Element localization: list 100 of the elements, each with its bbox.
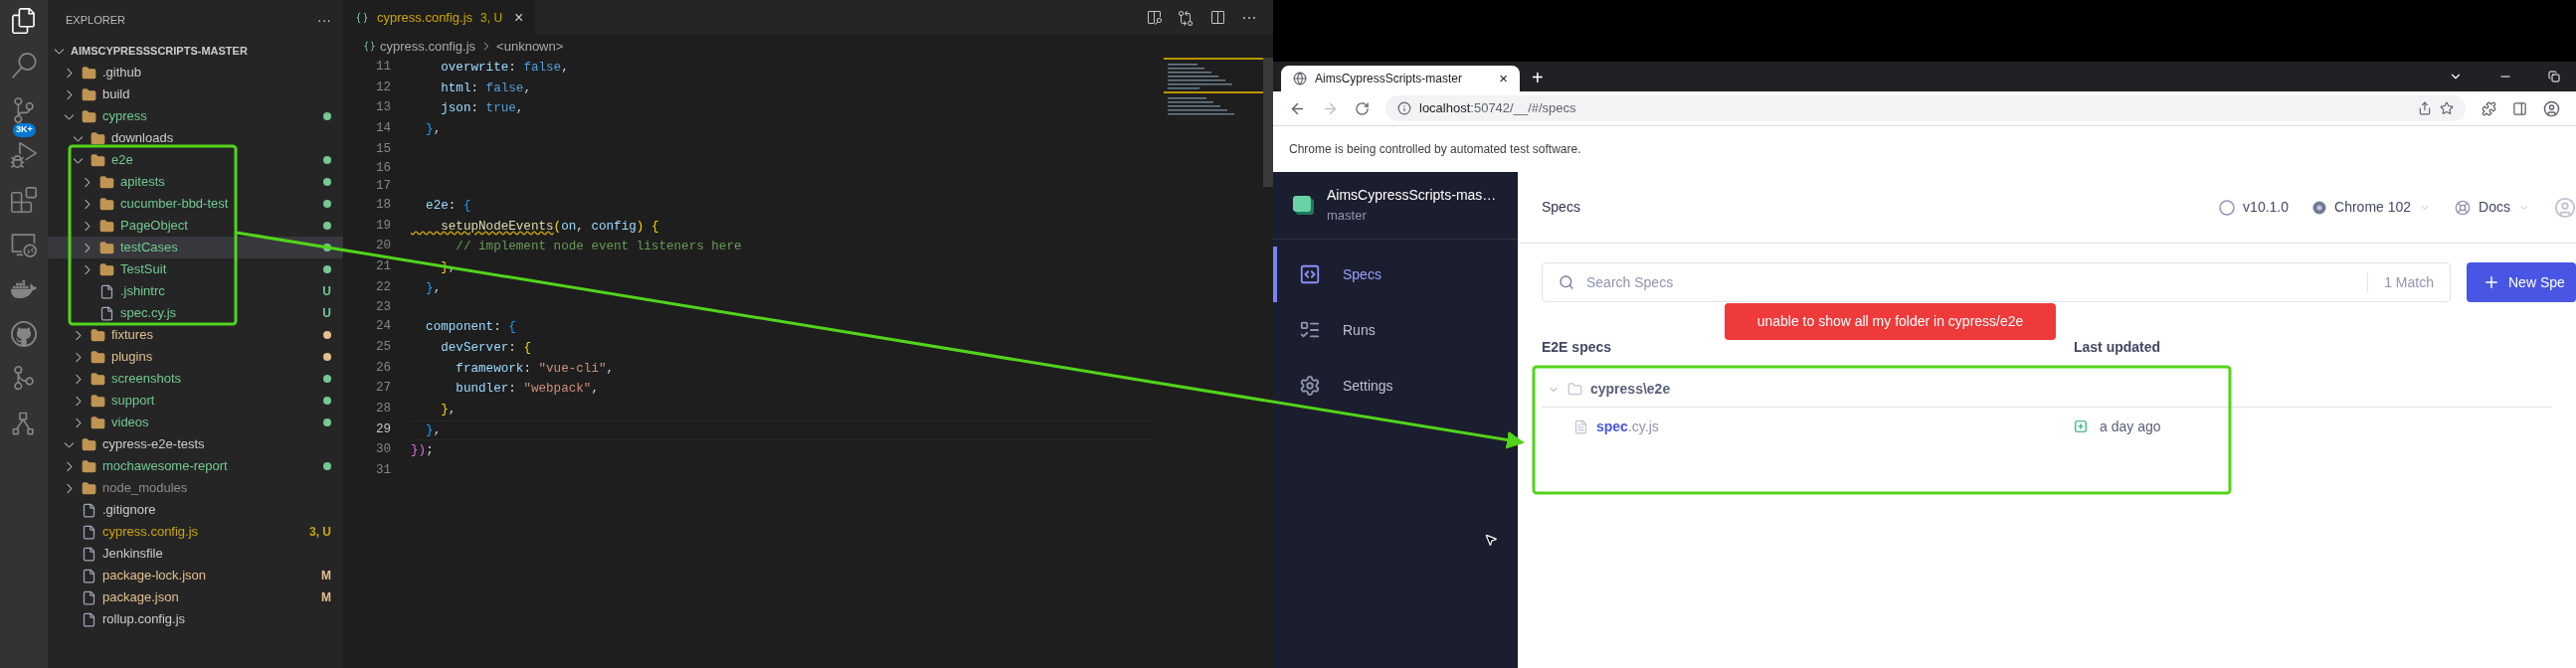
tree-root[interactable]: AIMSCYPRESSSCRIPTS-MASTER bbox=[48, 40, 343, 62]
tree-item-label: spec.cy.js bbox=[120, 304, 177, 323]
reload-icon[interactable] bbox=[1355, 100, 1370, 116]
tree-item[interactable]: apitests bbox=[48, 171, 343, 193]
match-count: 1 Match bbox=[2383, 272, 2435, 292]
site-info-icon[interactable] bbox=[1397, 101, 1411, 115]
close-tab-button[interactable]: × bbox=[1499, 67, 1508, 90]
tree-item[interactable]: .gitignore bbox=[48, 499, 343, 521]
folder-icon bbox=[99, 240, 114, 255]
file-icon bbox=[82, 568, 96, 584]
tree-item[interactable]: cypress-e2e-tests bbox=[48, 433, 343, 455]
compare-icon[interactable] bbox=[1178, 9, 1194, 26]
nav-item[interactable]: Runs bbox=[1273, 302, 1518, 358]
tree-item[interactable]: screenshots bbox=[48, 368, 343, 390]
cat-silhouette-icon[interactable] bbox=[11, 321, 37, 347]
breadcrumb-item[interactable]: <unknown> bbox=[496, 36, 564, 57]
browser-tab[interactable]: AimsCypressScripts-master × bbox=[1281, 66, 1520, 91]
folder-icon bbox=[91, 327, 105, 343]
tree-item[interactable]: testCases bbox=[48, 237, 343, 258]
extensions-icon[interactable] bbox=[11, 187, 37, 213]
close-tab-button[interactable]: × bbox=[514, 5, 524, 30]
restore-icon[interactable] bbox=[2548, 71, 2560, 83]
nav-item[interactable]: Settings bbox=[1273, 358, 1518, 414]
extensions-icon[interactable] bbox=[2482, 100, 2496, 116]
tree-item[interactable]: package.json M bbox=[48, 586, 343, 608]
tree-item-label: mochawesome-report bbox=[102, 457, 228, 476]
git-status-label: U bbox=[322, 283, 331, 300]
search-icon bbox=[1559, 274, 1574, 290]
tree-item-label: plugins bbox=[111, 348, 153, 367]
tree-item[interactable]: TestSuit bbox=[48, 258, 343, 280]
avatar-icon[interactable] bbox=[2543, 99, 2560, 117]
folder-icon bbox=[91, 152, 105, 168]
git-status-label: M bbox=[321, 589, 331, 606]
side-panel-icon[interactable] bbox=[2512, 100, 2527, 116]
tree-item[interactable]: build bbox=[48, 84, 343, 105]
new-tab-button[interactable]: + bbox=[1532, 68, 1544, 87]
code-line: }, bbox=[425, 121, 443, 139]
folder-icon bbox=[99, 174, 114, 190]
tree-item-label: rollup.config.js bbox=[102, 610, 186, 629]
tree-item[interactable]: Jenkinsfile bbox=[48, 543, 343, 565]
spec-row[interactable]: spec.cy.js bbox=[1542, 416, 2074, 437]
browser-selector[interactable]: Chrome 102 bbox=[2312, 197, 2432, 218]
scrollbar[interactable] bbox=[1263, 58, 1273, 187]
bookmark-star-icon[interactable] bbox=[2440, 101, 2454, 115]
code-line: json: true, bbox=[440, 100, 525, 118]
docs-menu[interactable]: Docs bbox=[2455, 197, 2530, 218]
folder-icon bbox=[91, 393, 105, 409]
tree-item[interactable]: spec.cy.js U bbox=[48, 302, 343, 324]
tree-item[interactable]: cypress.config.js 3, U bbox=[48, 521, 343, 543]
tree-item[interactable]: node_modules bbox=[48, 477, 343, 499]
branch-icon[interactable] bbox=[11, 366, 37, 392]
tree-item[interactable]: .jshintrc U bbox=[48, 280, 343, 302]
folder-icon bbox=[91, 371, 105, 387]
git-added-icon bbox=[2074, 419, 2088, 433]
share-icon[interactable] bbox=[2418, 101, 2432, 115]
tree-item[interactable]: support bbox=[48, 390, 343, 412]
tree-item[interactable]: PageObject bbox=[48, 215, 343, 237]
globe-icon bbox=[1293, 72, 1307, 85]
tree-item-label: cucumber-bbd-test bbox=[120, 195, 229, 214]
new-spec-button[interactable]: New Spe bbox=[2467, 262, 2576, 302]
tree-item-label: .github bbox=[102, 64, 142, 83]
spec-name[interactable]: spec.cy.js bbox=[1596, 416, 1659, 437]
tree-item[interactable]: rollup.config.js bbox=[48, 608, 343, 630]
search-icon[interactable] bbox=[11, 53, 37, 79]
search-input[interactable]: Search Specs bbox=[1586, 271, 2368, 293]
tree-item[interactable]: fixtures bbox=[48, 324, 343, 346]
line-number: 11 bbox=[374, 59, 391, 76]
file-icon bbox=[99, 283, 114, 299]
mouse-cursor-icon bbox=[1484, 533, 1498, 547]
line-number: 21 bbox=[374, 258, 391, 276]
tree-item[interactable]: package-lock.json M bbox=[48, 565, 343, 586]
line-number: 24 bbox=[374, 318, 391, 336]
folder-icon bbox=[91, 349, 105, 365]
address-bar[interactable]: localhost:50742/__/#/specs bbox=[1385, 95, 2466, 121]
tree-item-label: cypress bbox=[102, 107, 147, 126]
tree-item[interactable]: cypress bbox=[48, 105, 343, 127]
tree-item[interactable]: .github bbox=[48, 62, 343, 84]
breadcrumb-item[interactable]: cypress.config.js bbox=[380, 36, 476, 57]
run-debug-icon[interactable] bbox=[11, 142, 37, 168]
tree-item[interactable]: e2e bbox=[48, 149, 343, 171]
editor-tab[interactable]: cypress.config.js 3, U × bbox=[343, 0, 536, 35]
folder-icon bbox=[91, 130, 105, 146]
updated-time: a day ago bbox=[2100, 417, 2161, 436]
split-editor-icon[interactable] bbox=[1209, 9, 1225, 26]
folder-row[interactable]: cypress\e2e bbox=[1542, 372, 2552, 408]
line-number: 18 bbox=[374, 196, 391, 214]
more-actions-button[interactable]: ··· bbox=[317, 9, 331, 31]
tree-item[interactable]: plugins bbox=[48, 346, 343, 368]
network-icon[interactable] bbox=[11, 411, 37, 436]
code-line: bundler: "webpack", bbox=[455, 381, 600, 399]
code-line: }, bbox=[425, 279, 443, 297]
tree-item[interactable]: downloads bbox=[48, 127, 343, 149]
source-control-icon[interactable] bbox=[11, 97, 37, 123]
remote-icon[interactable] bbox=[11, 232, 37, 257]
tree-item[interactable]: cucumber-bbd-test bbox=[48, 193, 343, 215]
tree-item[interactable]: videos bbox=[48, 412, 343, 433]
tree-item[interactable]: mochawesome-report bbox=[48, 455, 343, 477]
files-icon[interactable] bbox=[11, 8, 37, 34]
code-line: setupNodeEvents(on, config) { bbox=[440, 218, 660, 236]
code-line: e2e: { bbox=[425, 197, 472, 215]
